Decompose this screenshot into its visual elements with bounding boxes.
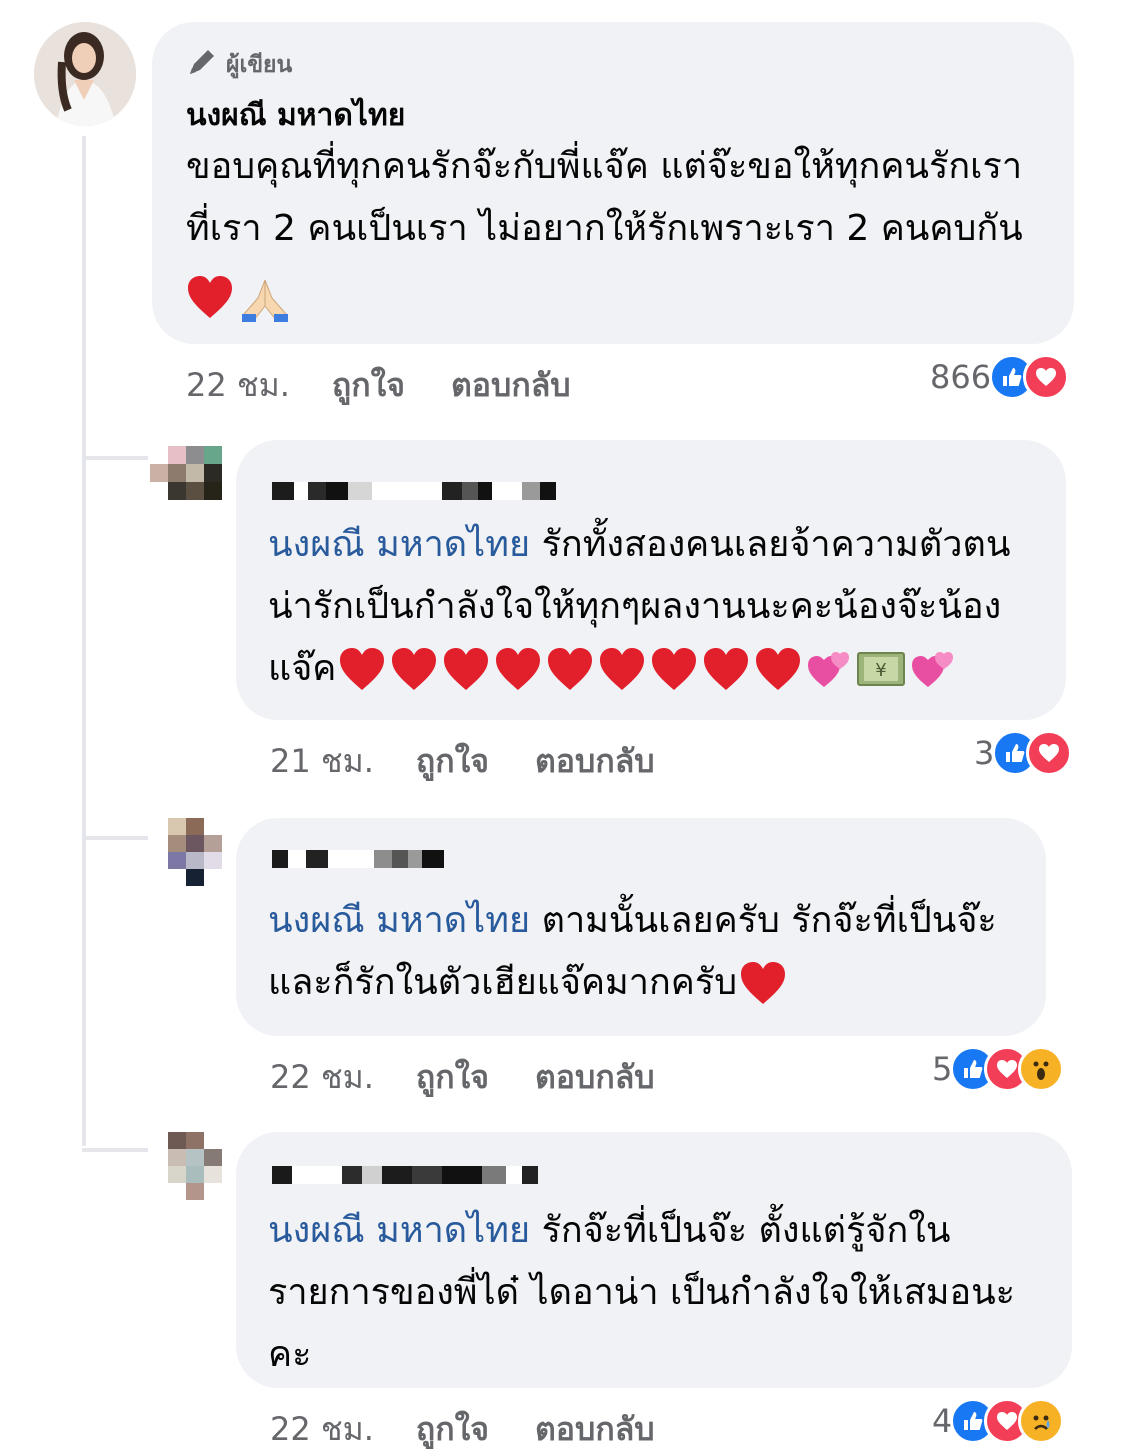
like-button[interactable]: ถูกใจ bbox=[416, 1404, 489, 1455]
heart-emoji bbox=[186, 274, 234, 326]
reaction-summary[interactable]: 4 bbox=[932, 1398, 1065, 1444]
comment-line: และก็รักในตัวเฮียแจ๊คมากครับ bbox=[268, 962, 738, 1003]
commenter-name-blurred[interactable] bbox=[272, 1166, 538, 1184]
like-button[interactable]: ถูกใจ bbox=[416, 1052, 489, 1103]
author-avatar[interactable] bbox=[34, 22, 136, 126]
heart-emoji bbox=[444, 648, 489, 690]
pen-icon bbox=[186, 46, 218, 84]
heart-emoji bbox=[652, 648, 697, 690]
timestamp[interactable]: 22 ชม. bbox=[270, 1404, 374, 1455]
heart-emoji bbox=[496, 648, 541, 690]
like-button[interactable]: ถูกใจ bbox=[332, 360, 405, 411]
comment-text: ขอบคุณที่ทุกคนรักจ๊ะกับพี่แจ๊ค แต่จ๊ะขอใ… bbox=[186, 136, 1023, 260]
wow-reaction-icon bbox=[1018, 1046, 1065, 1092]
heart-emoji bbox=[704, 648, 749, 690]
comment-line: แจ๊ค bbox=[268, 648, 337, 689]
thread-line bbox=[82, 136, 86, 1146]
comment-line: ตามนั้นเลยครับ รักจ๊ะที่เป็นจ๊ะ bbox=[541, 900, 997, 941]
reply-button[interactable]: ตอบกลับ bbox=[535, 1404, 655, 1455]
comment-actions: 22 ชม. ถูกใจ ตอบกลับ bbox=[186, 360, 617, 411]
comment-line: ที่เรา 2 คนเป็นเรา ไม่อยากให้รักเพราะเรา… bbox=[186, 208, 1023, 249]
comment-line: คะ bbox=[268, 1334, 312, 1375]
reply-button[interactable]: ตอบกลับ bbox=[451, 360, 571, 411]
comment-line: ขอบคุณที่ทุกคนรักจ๊ะกับพี่แจ๊ค แต่จ๊ะขอใ… bbox=[186, 146, 1023, 187]
commenter-avatar[interactable] bbox=[150, 818, 222, 886]
reaction-count: 4 bbox=[932, 1402, 953, 1440]
svg-text:¥: ¥ bbox=[876, 660, 887, 681]
comment-line: รักทั้งสองคนเลยจ้าความตัวตน bbox=[541, 524, 1011, 565]
thread-branch bbox=[82, 1148, 148, 1152]
commenter-avatar[interactable] bbox=[150, 1132, 222, 1200]
thread-branch bbox=[82, 456, 148, 460]
reaction-summary[interactable]: 3 bbox=[974, 730, 1073, 776]
reaction-summary[interactable]: 866 bbox=[930, 354, 1070, 400]
reply-button[interactable]: ตอบกลับ bbox=[535, 1052, 655, 1103]
commenter-name-blurred[interactable] bbox=[272, 850, 444, 868]
love-reaction-icon bbox=[1026, 730, 1073, 776]
comment-text: นงผณี มหาดไทย รักทั้งสองคนเลยจ้าความตัวต… bbox=[268, 514, 1010, 700]
comment-emojis: ¥ bbox=[338, 646, 956, 692]
commenter-name-blurred[interactable] bbox=[272, 482, 556, 500]
reply-button[interactable]: ตอบกลับ bbox=[535, 736, 655, 787]
commenter-name[interactable]: นงผณี มหาดไทย bbox=[186, 92, 405, 139]
heart-emoji bbox=[600, 648, 645, 690]
comment-line: รักจ๊ะที่เป็นจ๊ะ ตั้งแต่รู้จักใน bbox=[541, 1210, 951, 1251]
commenter-avatar[interactable] bbox=[150, 446, 222, 500]
heart-emoji bbox=[392, 648, 437, 690]
heart-emoji bbox=[548, 648, 593, 690]
author-badge: ผู้เขียน bbox=[186, 46, 292, 84]
like-button[interactable]: ถูกใจ bbox=[416, 736, 489, 787]
thread-branch bbox=[82, 836, 148, 840]
comment-text: นงผณี มหาดไทย ตามนั้นเลยครับ รักจ๊ะที่เป… bbox=[268, 890, 997, 1014]
comment-line: รายการของพี่ได๋ ไดอาน่า เป็นกำลังใจให้เส… bbox=[268, 1272, 1016, 1313]
folded-hands-emoji bbox=[238, 274, 292, 326]
mention-link[interactable]: นงผณี มหาดไทย bbox=[268, 524, 530, 565]
reaction-count: 866 bbox=[930, 358, 992, 396]
comment-emojis bbox=[186, 274, 292, 326]
reaction-count: 3 bbox=[974, 734, 995, 772]
reaction-count: 5 bbox=[932, 1050, 953, 1088]
reaction-summary[interactable]: 5 bbox=[932, 1046, 1065, 1092]
two-hearts-emoji bbox=[808, 652, 850, 687]
timestamp[interactable]: 21 ชม. bbox=[270, 736, 374, 787]
comment-actions: 22 ชม. ถูกใจ ตอบกลับ bbox=[270, 1404, 701, 1455]
mention-link[interactable]: นงผณี มหาดไทย bbox=[268, 1210, 530, 1251]
sad-reaction-icon bbox=[1018, 1398, 1065, 1444]
money-emoji: ¥ bbox=[857, 652, 906, 686]
mention-link[interactable]: นงผณี มหาดไทย bbox=[268, 900, 530, 941]
comment-line: น่ารักเป็นกำลังใจให้ทุกๆผลงานนะคะน้องจ๊ะ… bbox=[268, 586, 1002, 627]
heart-emoji bbox=[340, 648, 385, 690]
two-hearts-emoji bbox=[912, 652, 954, 687]
comment-actions: 21 ชม. ถูกใจ ตอบกลับ bbox=[270, 736, 701, 787]
author-badge-label: ผู้เขียน bbox=[226, 52, 293, 78]
heart-emoji bbox=[756, 648, 801, 690]
timestamp[interactable]: 22 ชม. bbox=[186, 360, 290, 411]
timestamp[interactable]: 22 ชม. bbox=[270, 1052, 374, 1103]
love-reaction-icon bbox=[1023, 354, 1070, 400]
comment-text: นงผณี มหาดไทย รักจ๊ะที่เป็นจ๊ะ ตั้งแต่รู… bbox=[268, 1200, 1015, 1386]
comment-actions: 22 ชม. ถูกใจ ตอบกลับ bbox=[270, 1052, 701, 1103]
heart-emoji bbox=[741, 962, 786, 1004]
